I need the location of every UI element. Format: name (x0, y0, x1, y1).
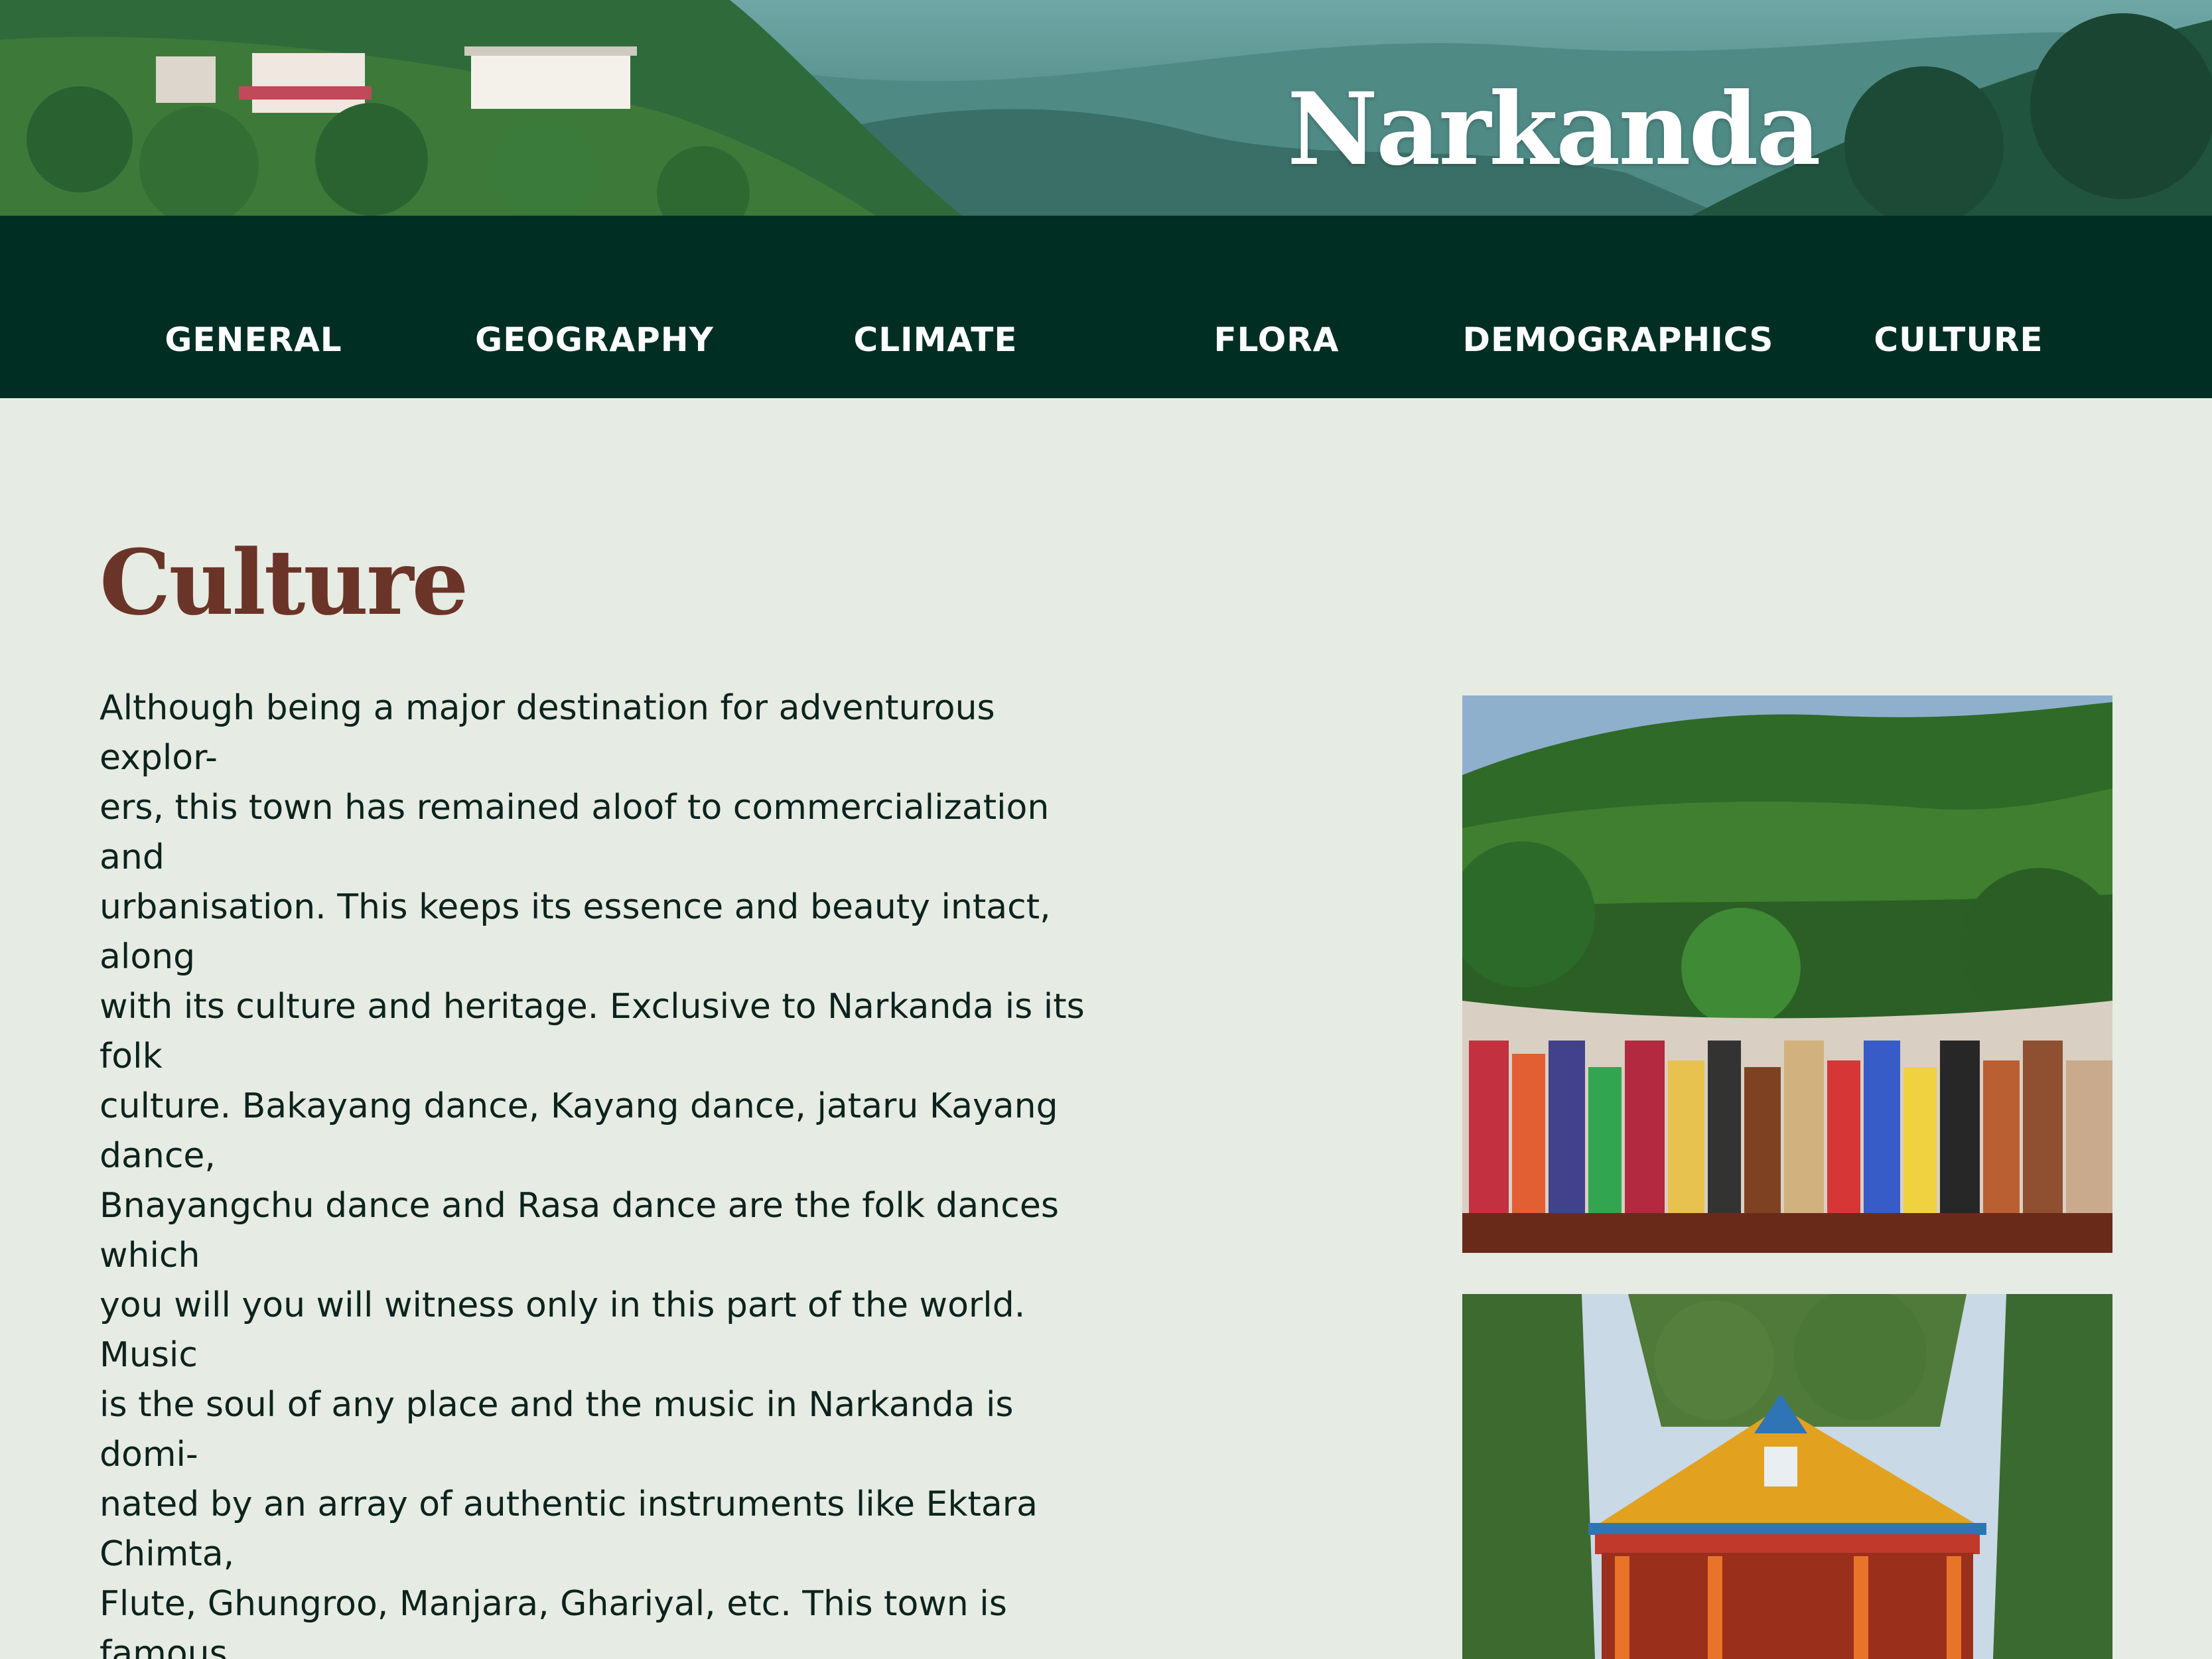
hero-banner: Narkanda (0, 0, 2212, 216)
temple-photo (1462, 1294, 2112, 1659)
site-title: Narkanda (1287, 71, 1821, 188)
nav-item-general[interactable]: GENERAL (165, 322, 342, 358)
market-photo (1462, 695, 2112, 1253)
hero-landscape-image (0, 0, 2212, 216)
section-body-text: Although being a major destination for a… (100, 688, 1085, 1659)
nav-item-climate[interactable]: CLIMATE (854, 322, 1018, 358)
section-title: Culture (100, 530, 468, 635)
nav-item-culture[interactable]: CULTURE (1874, 322, 2043, 358)
nav-item-flora[interactable]: FLORA (1214, 322, 1340, 358)
nav-item-demographics[interactable]: DEMOGRAPHICS (1463, 322, 1774, 358)
nav-item-geography[interactable]: GEOGRAPHY (475, 322, 714, 358)
main-navigation: GENERAL GEOGRAPHY CLIMATE FLORA DEMOGRAP… (0, 216, 2212, 398)
